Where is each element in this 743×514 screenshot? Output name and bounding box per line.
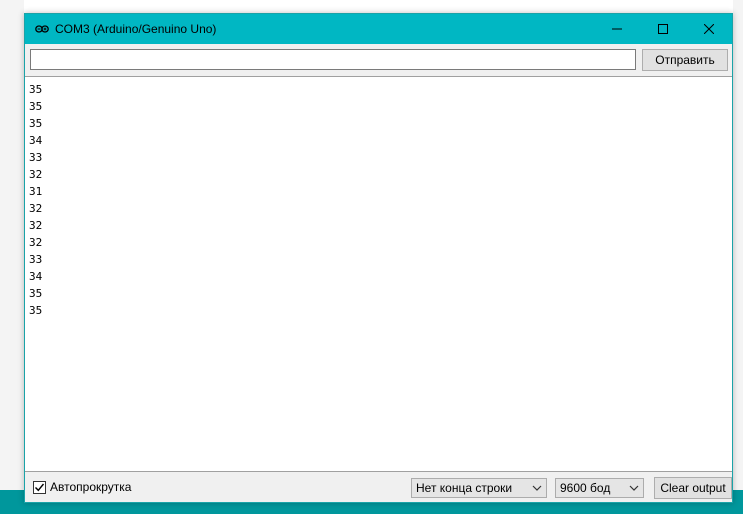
checkmark-icon bbox=[35, 483, 45, 492]
maximize-icon bbox=[658, 24, 668, 34]
title-bar[interactable]: COM3 (Arduino/Genuino Uno) bbox=[25, 14, 732, 44]
output-line: 35 bbox=[29, 100, 43, 113]
output-line: 35 bbox=[29, 83, 43, 96]
output-line: 32 bbox=[29, 168, 43, 181]
background-right-strip bbox=[733, 0, 743, 490]
output-line: 35 bbox=[29, 117, 43, 130]
autoscroll-label: Автопрокрутка bbox=[50, 480, 132, 494]
status-bar: Автопрокрутка Нет конца строки 9600 бод … bbox=[25, 473, 732, 502]
line-ending-value: Нет конца строки bbox=[416, 481, 513, 495]
output-line: 31 bbox=[29, 185, 43, 198]
minimize-icon bbox=[612, 28, 622, 30]
line-ending-select[interactable]: Нет конца строки bbox=[411, 478, 547, 498]
background-left-strip bbox=[0, 0, 24, 490]
output-lines: 35 35 35 34 33 32 31 32 32 32 33 34 35 35 bbox=[29, 81, 42, 319]
clear-output-button[interactable]: Clear output bbox=[654, 477, 732, 499]
close-icon bbox=[704, 24, 714, 34]
output-line: 33 bbox=[29, 253, 43, 266]
output-line: 35 bbox=[29, 304, 43, 317]
output-line: 32 bbox=[29, 219, 43, 232]
window-title: COM3 (Arduino/Genuino Uno) bbox=[55, 22, 217, 36]
autoscroll-checkbox[interactable] bbox=[33, 481, 46, 494]
maximize-button[interactable] bbox=[640, 14, 686, 44]
close-button[interactable] bbox=[686, 14, 732, 44]
output-line: 34 bbox=[29, 270, 43, 283]
serial-monitor-window: COM3 (Arduino/Genuino Uno) Отправить 35 3… bbox=[24, 13, 733, 503]
baud-rate-value: 9600 бод bbox=[560, 481, 611, 495]
send-button[interactable]: Отправить bbox=[642, 49, 728, 71]
output-line: 32 bbox=[29, 202, 43, 215]
chevron-down-icon bbox=[532, 485, 542, 491]
output-line: 34 bbox=[29, 134, 43, 147]
output-line: 33 bbox=[29, 151, 43, 164]
serial-output[interactable]: 35 35 35 34 33 32 31 32 32 32 33 34 35 35 bbox=[25, 76, 732, 472]
output-line: 32 bbox=[29, 236, 43, 249]
arduino-icon bbox=[35, 25, 49, 33]
minimize-button[interactable] bbox=[594, 14, 640, 44]
send-input[interactable] bbox=[30, 49, 636, 70]
output-line: 35 bbox=[29, 287, 43, 300]
baud-rate-select[interactable]: 9600 бод bbox=[555, 478, 644, 498]
chevron-down-icon bbox=[629, 485, 639, 491]
